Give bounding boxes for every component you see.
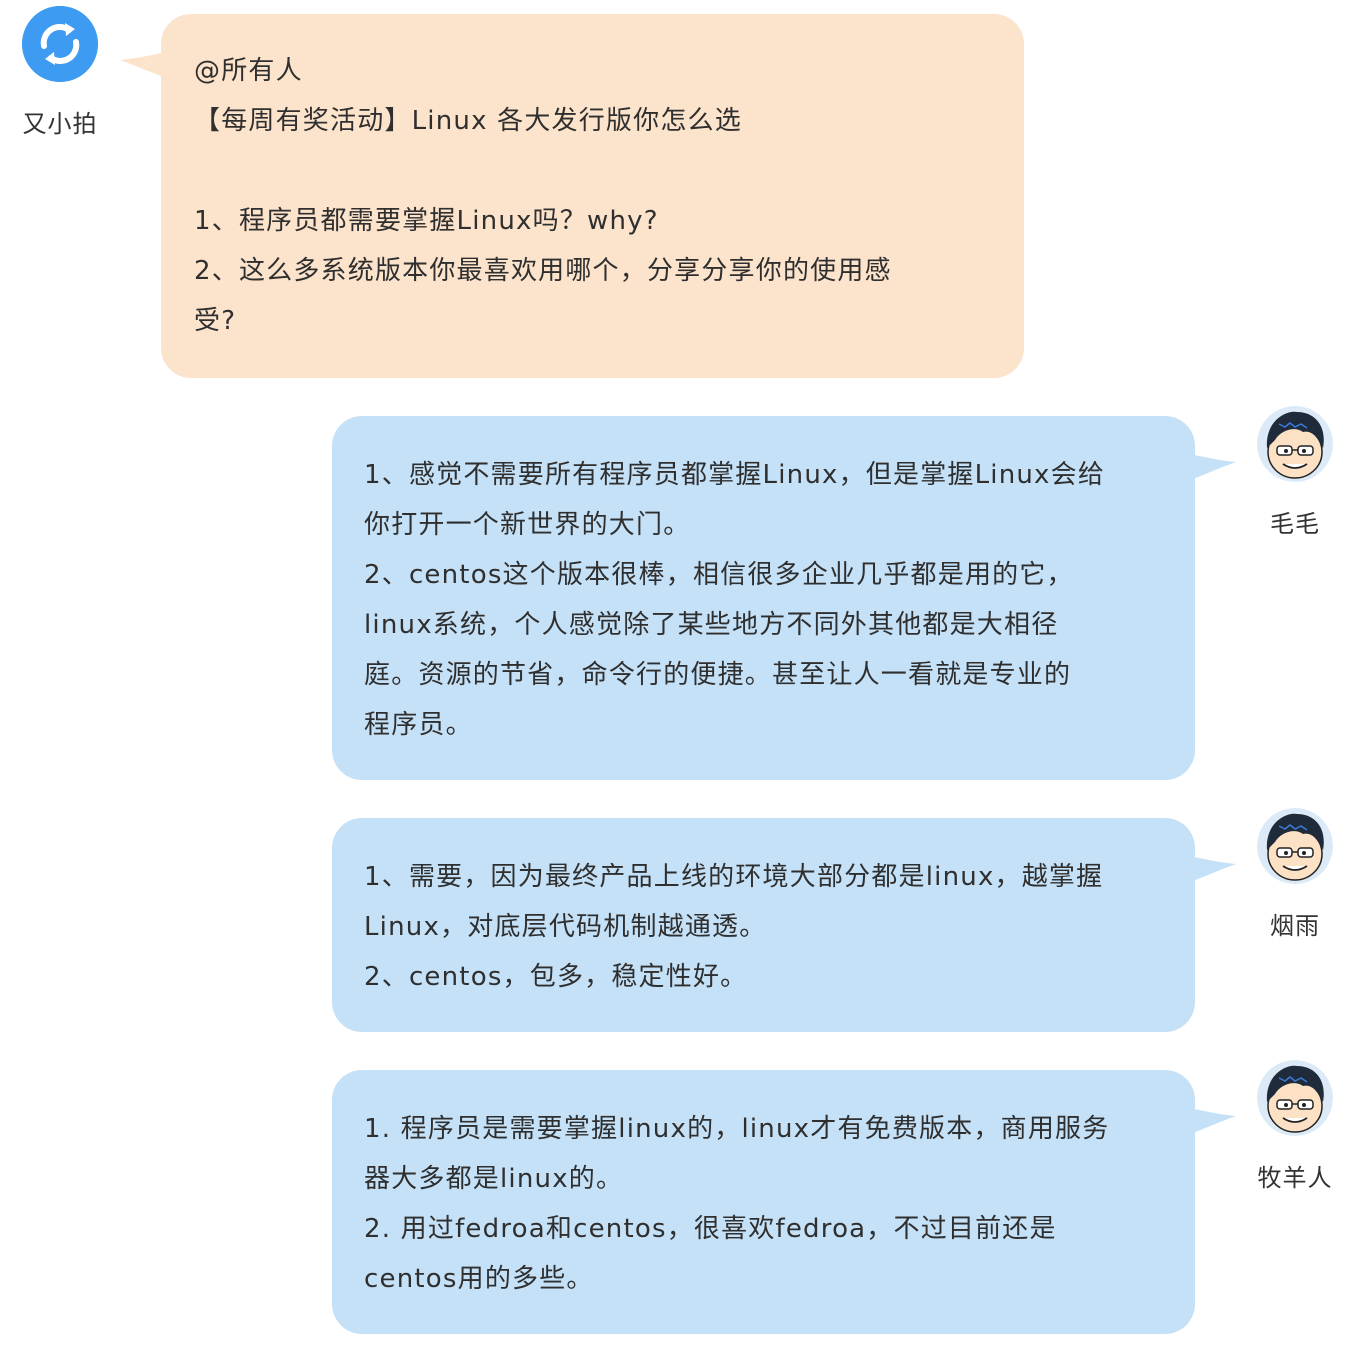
message-line: Linux，对底层代码机制越通透。 — [364, 912, 767, 942]
bubble-tail-shape — [120, 52, 166, 78]
avatar-block-maomao: 毛毛 — [1245, 406, 1345, 539]
avatar[interactable] — [1257, 406, 1333, 482]
message-line: 你打开一个新世界的大门。 — [364, 510, 691, 540]
bubble-tail-shape — [1190, 856, 1236, 882]
sync-logo-icon — [22, 6, 98, 82]
sender-name: 烟雨 — [1270, 912, 1320, 940]
bubble-tail — [1190, 452, 1236, 482]
message-line: 1. 程序员是需要掌握linux的，linux才有免费版本，商用服务 — [364, 1114, 1110, 1144]
message-line: 1、需要，因为最终产品上线的环境大部分都是linux，越掌握 — [364, 862, 1104, 892]
chat-thread: 又小拍 @所有人 【每周有奖活动】Linux 各大发行版你怎么选 1、程序员都需… — [0, 0, 1358, 1348]
avatar[interactable] — [22, 6, 98, 82]
message-line: 2、这么多系统版本你最喜欢用哪个，分享分享你的使用感 — [194, 256, 892, 286]
avatar[interactable] — [1257, 808, 1333, 884]
sender-name: 毛毛 — [1270, 510, 1320, 538]
avatar-block-youxiaopai: 又小拍 — [10, 6, 110, 139]
avatar[interactable] — [1257, 1060, 1333, 1136]
message-line: 庭。资源的节省，命令行的便捷。甚至让人一看就是专业的 — [364, 660, 1072, 690]
message-bubble[interactable]: @所有人 【每周有奖活动】Linux 各大发行版你怎么选 1、程序员都需要掌握L… — [161, 14, 1024, 378]
avatar-block-muyangren: 牧羊人 — [1245, 1060, 1345, 1193]
cartoon-boy-avatar-icon — [1257, 808, 1333, 884]
sender-name: 牧羊人 — [1257, 1164, 1333, 1192]
bubble-tail-shape — [1190, 1108, 1236, 1134]
message-line: 受? — [194, 306, 237, 336]
cartoon-boy-avatar-icon — [1257, 406, 1333, 482]
bubble-tail-shape — [1190, 454, 1236, 480]
message-line: 2. 用过fedroa和centos，很喜欢fedroa，不过目前还是 — [364, 1214, 1057, 1244]
cartoon-boy-avatar-icon — [1257, 1060, 1333, 1136]
message-line: 2、centos这个版本很棒，相信很多企业几乎都是用的它， — [364, 560, 1074, 590]
message-line: @所有人 — [194, 56, 303, 86]
message-line: linux系统，个人感觉除了某些地方不同外其他都是大相径 — [364, 610, 1059, 640]
message-line: 【每周有奖活动】Linux 各大发行版你怎么选 — [194, 106, 742, 136]
sender-name: 又小拍 — [22, 110, 98, 138]
message-bubble[interactable]: 1、需要，因为最终产品上线的环境大部分都是linux，越掌握 Linux，对底层… — [332, 818, 1195, 1032]
avatar-block-yanyu: 烟雨 — [1245, 808, 1345, 941]
bubble-tail — [120, 50, 166, 80]
message-line: 器大多都是linux的。 — [364, 1164, 624, 1194]
bubble-tail — [1190, 854, 1236, 884]
message-bubble[interactable]: 1. 程序员是需要掌握linux的，linux才有免费版本，商用服务 器大多都是… — [332, 1070, 1195, 1334]
message-line: 1、程序员都需要掌握Linux吗？why? — [194, 206, 659, 236]
message-bubble[interactable]: 1、感觉不需要所有程序员都掌握Linux，但是掌握Linux会给 你打开一个新世… — [332, 416, 1195, 780]
message-line: 程序员。 — [364, 710, 473, 740]
message-line: centos用的多些。 — [364, 1264, 594, 1294]
message-line: 2、centos，包多，稳定性好。 — [364, 962, 748, 992]
message-line — [194, 146, 1024, 196]
message-line: 1、感觉不需要所有程序员都掌握Linux，但是掌握Linux会给 — [364, 460, 1106, 490]
bubble-tail — [1190, 1106, 1236, 1136]
